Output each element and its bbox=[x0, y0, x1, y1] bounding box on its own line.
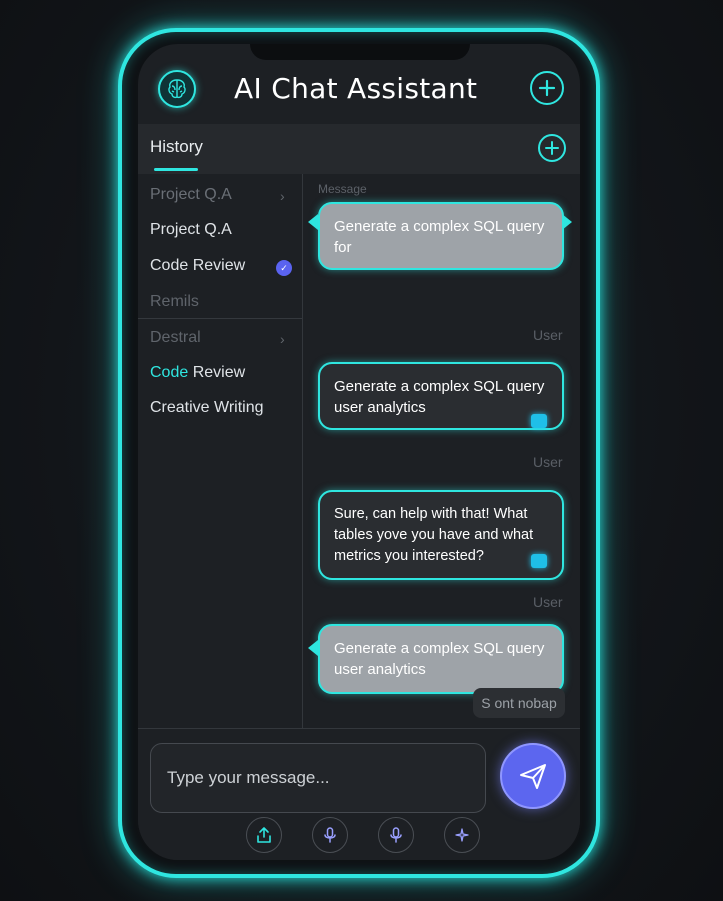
copy-icon[interactable] bbox=[531, 414, 547, 428]
message-bubble[interactable]: Sure, can help with that! What tables yo… bbox=[318, 490, 564, 580]
brain-icon bbox=[158, 70, 196, 108]
magic-button[interactable] bbox=[444, 817, 480, 853]
history-header: History bbox=[138, 124, 580, 174]
message-text: Generate a complex SQL query for bbox=[334, 218, 545, 256]
sidebar-item-label: Code Review bbox=[150, 257, 246, 274]
chevron-right-icon: › bbox=[280, 188, 285, 204]
microphone-icon bbox=[324, 827, 336, 843]
sparkle-icon bbox=[455, 828, 469, 842]
send-icon bbox=[520, 764, 546, 789]
new-chat-button[interactable] bbox=[530, 71, 564, 105]
sidebar-item-label-accent: Code bbox=[150, 364, 189, 381]
voice-button[interactable] bbox=[312, 817, 348, 853]
role-label: User bbox=[533, 594, 563, 610]
add-history-button[interactable] bbox=[538, 134, 566, 162]
plus-icon bbox=[545, 141, 559, 155]
sidebar-item-project-qa-2[interactable]: Project Q.A bbox=[150, 221, 232, 239]
sidebar-divider bbox=[138, 318, 302, 319]
plus-icon bbox=[538, 79, 556, 97]
app-title: AI Chat Assistant bbox=[234, 72, 478, 105]
message-bubble[interactable]: Generate a complex SQL query for bbox=[318, 202, 564, 270]
bubble-tail bbox=[308, 640, 318, 656]
sidebar-item-label: Project Q.A bbox=[150, 221, 232, 238]
sidebar-item-destral[interactable]: Destral bbox=[150, 329, 201, 347]
role-label: User bbox=[533, 454, 563, 470]
chat-thread: Message Generate a complex SQL query for… bbox=[303, 174, 580, 728]
message-bubble[interactable]: Generate a complex SQL query user analyt… bbox=[318, 624, 564, 694]
copy-icon[interactable] bbox=[531, 554, 547, 568]
sidebar-item-label: Remils bbox=[150, 293, 199, 310]
sidebar-item-label: Project Q.A bbox=[150, 186, 232, 203]
history-sidebar: Project Q.A › Project Q.A Code Review ✓ … bbox=[138, 174, 303, 728]
history-tab-indicator bbox=[154, 168, 198, 171]
role-label: User bbox=[533, 327, 563, 343]
app-header: AI Chat Assistant bbox=[138, 44, 580, 124]
upload-button[interactable] bbox=[246, 817, 282, 853]
message-text: Sure, can help with that! What tables yo… bbox=[334, 506, 534, 564]
history-tab[interactable]: History bbox=[150, 137, 203, 157]
composer bbox=[138, 728, 580, 860]
unread-badge-icon: ✓ bbox=[276, 260, 292, 276]
sidebar-item-project-qa-1[interactable]: Project Q.A bbox=[150, 186, 232, 204]
chevron-right-icon: › bbox=[280, 331, 285, 347]
message-text: Generate a complex SQL query user analyt… bbox=[334, 640, 545, 678]
dictate-button[interactable] bbox=[378, 817, 414, 853]
sidebar-item-label: Creative Writing bbox=[150, 399, 264, 416]
message-bubble[interactable]: Generate a complex SQL query user analyt… bbox=[318, 362, 564, 430]
suggestion-chip[interactable]: S ont nobap bbox=[473, 688, 565, 718]
microphone-icon bbox=[390, 827, 402, 843]
bubble-tail bbox=[308, 214, 318, 230]
sidebar-item-code-review-active[interactable]: Code Review bbox=[150, 364, 245, 382]
message-text: Generate a complex SQL query user analyt… bbox=[334, 378, 545, 416]
app-screen: AI Chat Assistant History Project Q.A › … bbox=[138, 44, 580, 860]
sidebar-item-label: Destral bbox=[150, 329, 201, 346]
sidebar-item-code-review[interactable]: Code Review bbox=[150, 257, 245, 275]
message-input[interactable] bbox=[150, 743, 486, 813]
send-button[interactable] bbox=[500, 743, 566, 809]
sidebar-item-remils[interactable]: Remils bbox=[150, 293, 199, 311]
message-header-label: Message bbox=[318, 182, 367, 196]
sidebar-item-creative-writing[interactable]: Creative Writing bbox=[150, 399, 264, 417]
upload-icon bbox=[257, 827, 271, 843]
sidebar-item-label-rest: Review bbox=[188, 364, 246, 381]
